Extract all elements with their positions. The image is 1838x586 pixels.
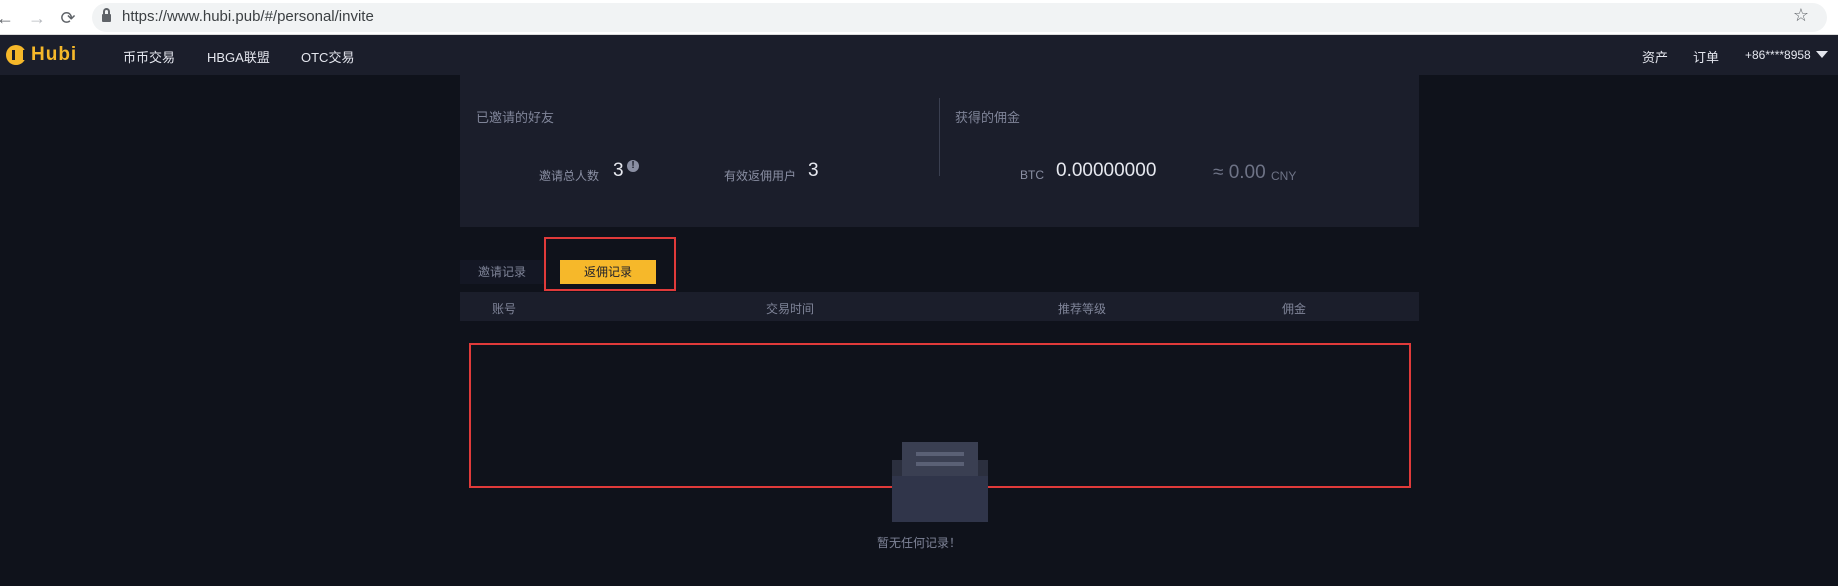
commission-label: 获得的佣金: [955, 110, 1021, 125]
invited-friends-label: 已邀请的好友: [476, 110, 555, 125]
logo-mark-icon: [6, 45, 26, 65]
stats-divider: [939, 98, 940, 176]
nav-otc-trading[interactable]: OTC交易: [301, 47, 354, 66]
account-menu[interactable]: +86****8958: [1745, 48, 1811, 62]
chevron-down-icon[interactable]: [1816, 51, 1828, 58]
cny-unit-label: CNY: [1271, 169, 1297, 183]
forward-arrow-icon[interactable]: →: [26, 7, 48, 29]
logo[interactable]: Hubi: [6, 44, 78, 65]
btc-commission-value: 0.00000000: [1056, 160, 1157, 181]
empty-inbox-icon: [892, 442, 988, 522]
url-text[interactable]: https://www.hubi.pub/#/personal/invite: [122, 8, 374, 25]
btc-unit-label: BTC: [1020, 168, 1044, 182]
nav-orders[interactable]: 订单: [1693, 47, 1719, 66]
bookmark-star-icon[interactable]: ☆: [1793, 5, 1809, 26]
logo-text: Hubi: [31, 44, 78, 65]
nav-assets[interactable]: 资产: [1642, 47, 1668, 66]
total-invites-value: 3: [613, 160, 624, 181]
tab-invite-records[interactable]: 邀请记录: [460, 260, 544, 284]
column-header-account: 账号: [492, 302, 517, 316]
valid-rebate-users-value: 3: [808, 160, 819, 181]
column-header-referral-level: 推荐等级: [1058, 302, 1107, 316]
total-invites-label: 邀请总人数: [539, 169, 600, 183]
column-header-commission: 佣金: [1282, 302, 1307, 316]
empty-state-message: 暂无任何记录！: [876, 536, 961, 550]
app-header: Hubi 币币交易 HBGA联盟 OTC交易 资产 订单 +86****8958: [0, 35, 1838, 75]
records-table-header: 账号 交易时间 推荐等级 佣金: [460, 292, 1419, 321]
invite-stats-panel: 已邀请的好友 邀请总人数 3 ! 有效返佣用户 3 获得的佣金 BTC 0.00…: [460, 75, 1419, 227]
browser-toolbar: ← → ⟳ https://www.hubi.pub/#/personal/in…: [0, 0, 1838, 35]
tab-highlight-box: [544, 237, 676, 291]
valid-rebate-users-label: 有效返佣用户: [724, 169, 797, 183]
lock-icon: [102, 8, 111, 22]
nav-spot-trading[interactable]: 币币交易: [123, 47, 175, 66]
nav-hbga-alliance[interactable]: HBGA联盟: [207, 47, 270, 66]
info-icon[interactable]: !: [627, 160, 639, 172]
back-arrow-icon[interactable]: ←: [0, 7, 16, 29]
cny-commission-value: ≈ 0.00: [1213, 162, 1266, 183]
column-header-trade-time: 交易时间: [766, 302, 815, 316]
address-bar[interactable]: https://www.hubi.pub/#/personal/invite ☆: [92, 3, 1827, 32]
reload-icon[interactable]: ⟳: [57, 7, 79, 29]
